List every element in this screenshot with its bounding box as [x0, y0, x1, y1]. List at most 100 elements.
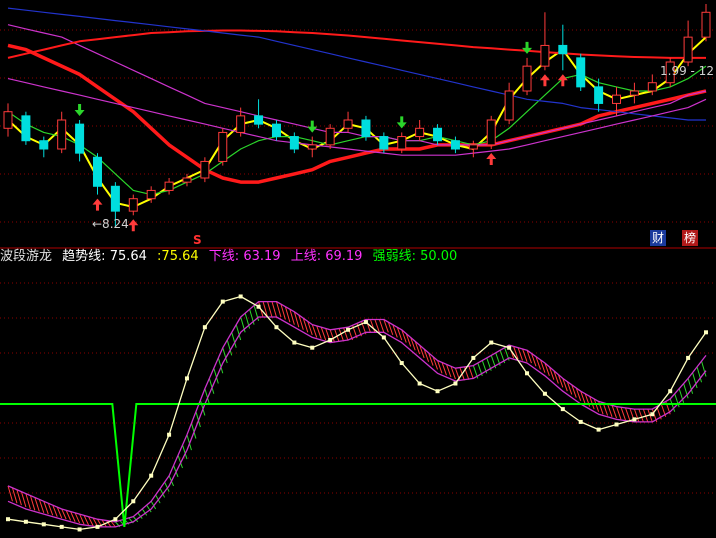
- candle-body: [343, 119, 353, 129]
- trend-point: [131, 499, 136, 504]
- candle-body: [558, 44, 568, 55]
- band-hatch-line: [638, 408, 644, 423]
- strength-label-text: 强弱线:: [372, 249, 416, 264]
- candle-body: [289, 136, 299, 150]
- trend-point: [23, 519, 28, 524]
- band-hatch-line: [378, 319, 385, 333]
- trend-point: [578, 419, 583, 424]
- lower-line-label: 下线: 63.19: [209, 249, 281, 264]
- low-price-annotation: ←8.24: [92, 217, 129, 231]
- lower-line: [7, 316, 707, 528]
- trend-point: [184, 376, 189, 381]
- trend-point: [650, 412, 655, 417]
- lower-label-text: 下线:: [208, 249, 240, 264]
- right-price-annotation: 1.99 - 12: [660, 64, 714, 78]
- candle-body: [57, 119, 67, 150]
- chart-root: ←8.24 1.99 - 12 S: [0, 4, 716, 532]
- candle-body: [146, 189, 156, 200]
- strength-value: 50.00: [420, 249, 458, 264]
- trend-point: [59, 524, 64, 529]
- upper-value: 69.19: [325, 249, 363, 264]
- trend-line-label: 趋势线: 75.64: [62, 249, 147, 264]
- band-hatch-line: [517, 347, 524, 361]
- candle-body: [236, 115, 246, 133]
- band-hatch-line: [620, 407, 626, 421]
- candle-body: [218, 131, 228, 162]
- candle-body: [3, 111, 13, 129]
- trend-point: [328, 338, 333, 342]
- band-hatch-line: [316, 325, 322, 339]
- upper-label-text: 上线:: [290, 249, 322, 264]
- buy-arrow-icon: [486, 153, 497, 165]
- trend-label-text: 趋势线:: [62, 249, 106, 264]
- finance-badge[interactable]: 财: [650, 230, 667, 246]
- band-hatch-line: [607, 403, 613, 417]
- trend-point: [346, 327, 351, 332]
- trend-point: [471, 355, 476, 360]
- ma-red-line: [7, 43, 707, 184]
- trend-point: [274, 325, 279, 330]
- candle-body: [504, 90, 514, 121]
- candle-body: [468, 144, 478, 150]
- band-hatch-line: [271, 301, 277, 318]
- ma-yellow-line: [7, 36, 707, 208]
- trend-point: [560, 407, 565, 412]
- trend-point: [363, 320, 368, 325]
- candle-body: [128, 198, 138, 212]
- trend-point: [596, 427, 601, 432]
- band-hatch-line: [624, 407, 631, 421]
- trend-point: [256, 304, 261, 309]
- trend-point: [614, 422, 619, 427]
- trend-point: [489, 340, 494, 345]
- candle-body: [164, 181, 174, 191]
- candle-body: [612, 94, 622, 104]
- sell-arrow-icon: [396, 116, 407, 129]
- candle-body: [75, 123, 85, 154]
- candle-body: [39, 140, 49, 150]
- candle-body: [486, 119, 496, 146]
- trend-point: [95, 524, 100, 529]
- buy-arrow-icon: [92, 198, 103, 211]
- trend-point: [453, 381, 458, 386]
- trend-point: [202, 325, 207, 330]
- band-hatch-line: [616, 406, 622, 420]
- trend-point: [704, 330, 708, 335]
- candle-body: [361, 119, 371, 138]
- buy-arrow-icon: [128, 219, 139, 232]
- band-hatch-line: [468, 366, 474, 380]
- candle-body: [397, 136, 407, 150]
- trend-value-2: :75.64: [157, 249, 199, 264]
- indicator-grid: [0, 282, 716, 494]
- trend-point: [417, 381, 422, 386]
- trend-point: [310, 345, 315, 350]
- indicator-header: 波段游龙 趋势线: 75.64 :75.64 下线: 63.19 上线: 69.…: [0, 249, 463, 265]
- candle-body: [540, 44, 550, 67]
- candle-body: [450, 140, 460, 150]
- indicator-lines: [0, 294, 716, 532]
- trend-value: 75.64: [109, 249, 147, 264]
- candle-body: [379, 136, 389, 150]
- trend-point: [632, 417, 637, 422]
- trend-point: [542, 391, 547, 396]
- trend-point: [113, 517, 118, 522]
- trend-point: [507, 345, 512, 350]
- candle-body: [254, 115, 264, 125]
- ranking-badge[interactable]: 榜: [682, 230, 699, 246]
- band-hatch-line: [320, 327, 327, 341]
- candle-body: [683, 36, 693, 63]
- candle-body: [21, 115, 31, 142]
- lower-value: 63.19: [243, 249, 281, 264]
- upper-line-label: 上线: 69.19: [291, 249, 363, 264]
- candle-body: [92, 156, 102, 187]
- trend-point: [41, 522, 46, 527]
- candle-body: [200, 160, 210, 179]
- sell-arrow-icon: [307, 120, 318, 133]
- trend-point: [686, 355, 691, 360]
- strength-line-label: 强弱线: 50.00: [373, 249, 458, 264]
- candle-body: [647, 82, 657, 92]
- trend-point: [6, 517, 10, 522]
- moving-averages: [7, 7, 707, 208]
- candle-body: [522, 65, 532, 92]
- s-marker: S: [193, 233, 202, 247]
- trend-point: [292, 340, 297, 345]
